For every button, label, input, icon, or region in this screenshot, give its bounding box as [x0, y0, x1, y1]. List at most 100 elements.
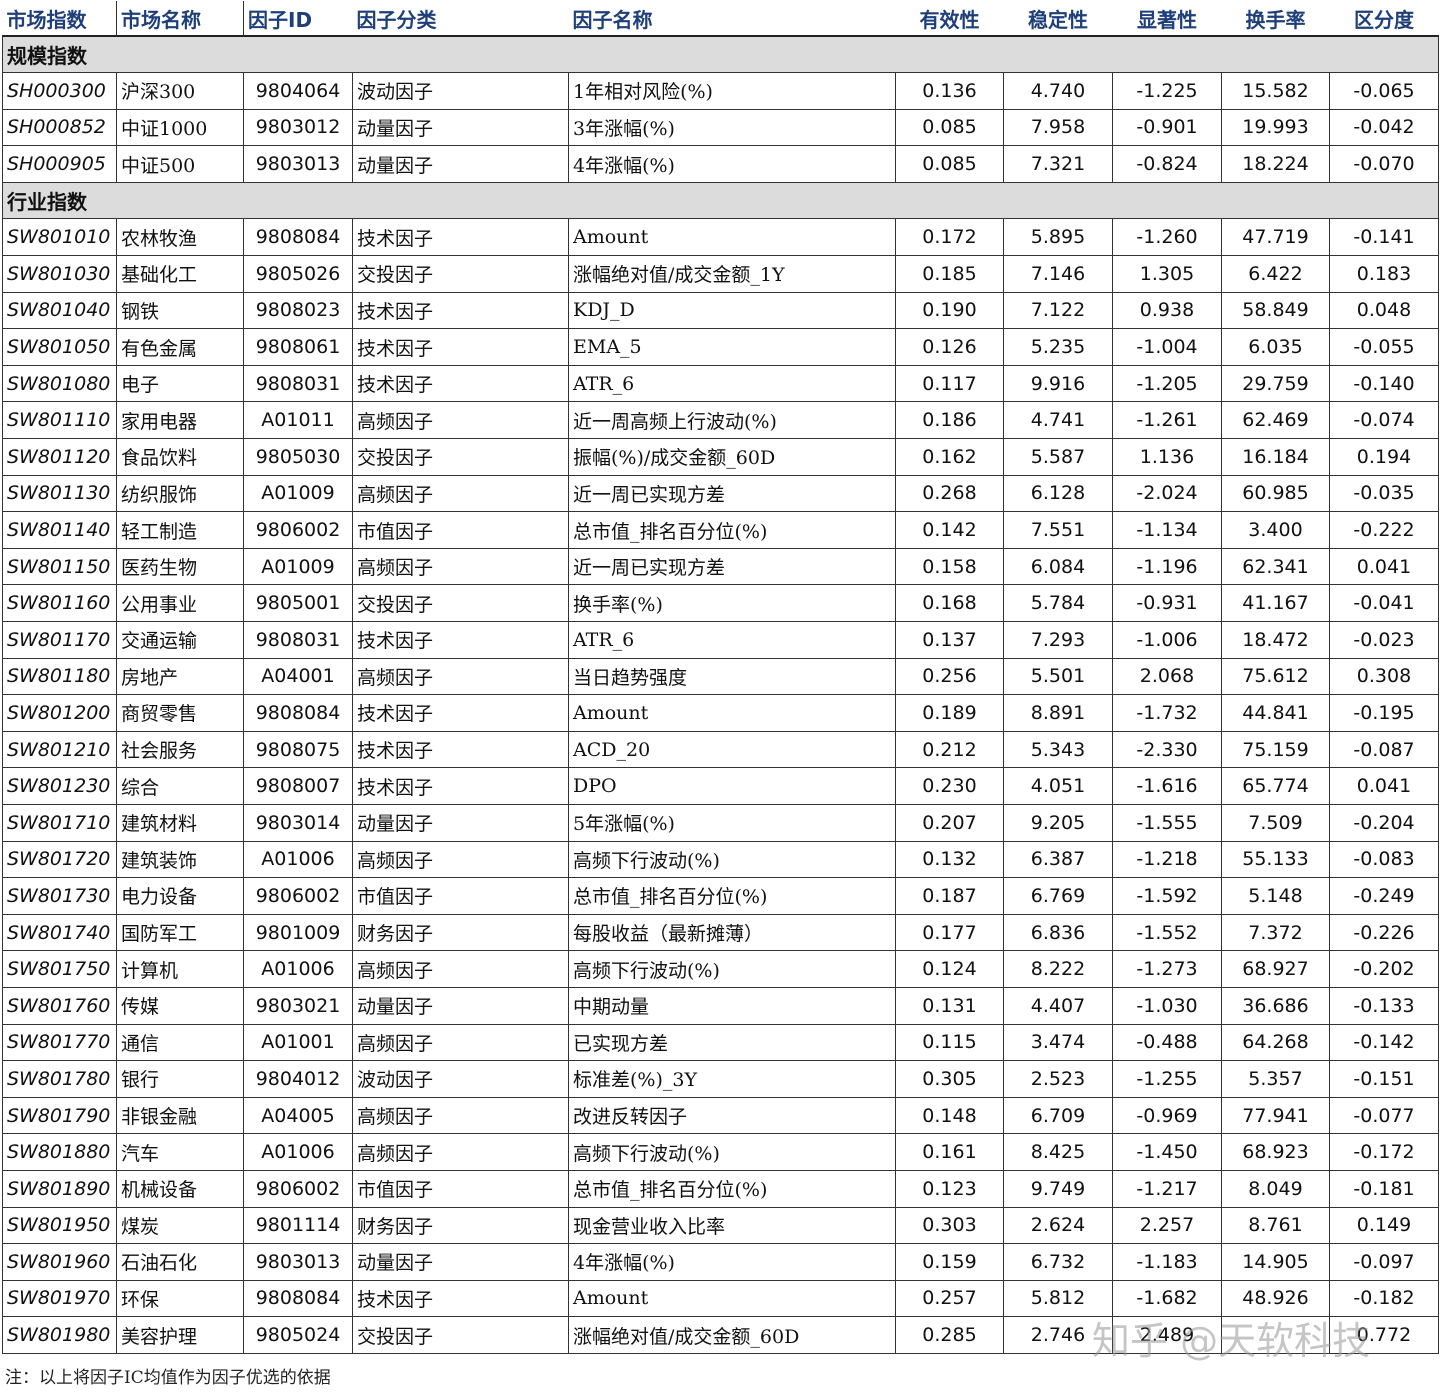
- table-row: SW801720 建筑装饰 A01006 高频因子 高频下行波动(%) 0.132 6.38…: [2, 840, 1439, 879]
- factor-id-cell: 9801114: [243, 1206, 353, 1245]
- market-name-cell: 通信: [116, 1023, 244, 1062]
- factor-category-cell: 市值因子: [352, 1169, 569, 1208]
- market-name-cell: 电子: [116, 364, 244, 403]
- turnover-cell: 5.357: [1221, 1060, 1330, 1098]
- turnover-cell: 19.993: [1221, 108, 1330, 147]
- significance-cell: 0.938: [1112, 291, 1222, 330]
- stability-cell: 5.812: [1003, 1279, 1113, 1318]
- factor-category-cell: 动量因子: [352, 986, 569, 1025]
- turnover-cell: 29.759: [1221, 364, 1330, 403]
- factor-id-cell: 9808023: [243, 291, 353, 330]
- turnover-cell: 55.133: [1221, 840, 1330, 879]
- market-index-cell: SW801200: [2, 694, 117, 732]
- table-row: SW801150 医药生物 A01009 高频因子 近一周已实现方差 0.158 6.084…: [2, 547, 1439, 586]
- table-row: SW801970 环保 9808084 技术因子 Amount 0.257 5.812 -1.…: [2, 1279, 1439, 1318]
- market-index-cell: SH000905: [2, 145, 117, 183]
- market-index-cell: SW801230: [2, 767, 117, 805]
- turnover-cell: 62.341: [1221, 547, 1330, 586]
- market-index-cell: SW801010: [2, 218, 117, 257]
- discrimination-cell: -0.042: [1329, 108, 1439, 147]
- table-row: SW801140 轻工制造 9806002 市值因子 总市值_排名百分位(%) 0.142…: [2, 511, 1439, 549]
- factor-category-cell: 技术因子: [352, 621, 569, 659]
- stability-cell: 5.784: [1003, 584, 1113, 622]
- market-index-cell: SW801720: [2, 840, 117, 879]
- factor-category-cell: 动量因子: [352, 145, 569, 183]
- market-index-cell: SW801980: [2, 1316, 117, 1354]
- effectiveness-cell: 0.161: [895, 1133, 1004, 1171]
- factor-name-cell: 总市值_排名百分位(%): [568, 511, 896, 549]
- significance-cell: -1.450: [1112, 1133, 1222, 1171]
- factor-name-cell: 总市值_排名百分位(%): [568, 1169, 896, 1208]
- factor-id-cell: 9806002: [243, 877, 353, 915]
- turnover-cell: 36.686: [1221, 986, 1330, 1025]
- market-index-cell: SW801950: [2, 1206, 117, 1245]
- table-row: SW801010 农林牧渔 9808084 技术因子 Amount 0.172 5.895-…: [2, 218, 1439, 257]
- factor-category-cell: 高频因子: [352, 657, 569, 696]
- turnover-cell: 48.926: [1221, 1279, 1330, 1318]
- effectiveness-cell: 0.305: [895, 1060, 1004, 1098]
- factor-id-cell: 9804012: [243, 1060, 353, 1098]
- factor-name-cell: 3年涨幅(%): [568, 108, 896, 147]
- section-header-row: 规模指数: [2, 36, 1439, 74]
- stability-cell: 2.624: [1003, 1206, 1113, 1245]
- header-effectiveness: 有效性: [895, 1, 1004, 37]
- market-index-cell: SH000300: [2, 72, 117, 110]
- discrimination-cell: -0.226: [1329, 913, 1439, 952]
- effectiveness-cell: 0.187: [895, 877, 1004, 915]
- market-name-cell: 综合: [116, 767, 244, 805]
- discrimination-cell: -0.097: [1329, 1243, 1439, 1281]
- discrimination-cell: -0.083: [1329, 840, 1439, 879]
- factor-category-cell: 高频因子: [352, 840, 569, 879]
- market-name-cell: 交通运输: [116, 621, 244, 659]
- discrimination-cell: -0.035: [1329, 474, 1439, 513]
- market-name-cell: 石油石化: [116, 1243, 244, 1281]
- turnover-cell: 68.923: [1221, 1133, 1330, 1171]
- factor-table: 市场指数 市场名称 因子ID 因子分类 因子名称 有效性 稳定性 显著性 换手率…: [2, 1, 1439, 1354]
- factor-category-cell: 技术因子: [352, 328, 569, 366]
- turnover-cell: 8.761: [1221, 1206, 1330, 1245]
- factor-name-cell: 涨幅绝对值/成交金额_60D: [568, 1316, 896, 1354]
- factor-category-cell: 波动因子: [352, 72, 569, 110]
- table-row: SW801230 综合 9808007 技术因子 DPO 0.230 4.051 -1.616…: [2, 767, 1439, 805]
- table-row: SW801080 电子 9808031 技术因子 ATR_6 0.117 9.916 -1.2…: [2, 364, 1439, 403]
- table-row: SW801980 美容护理 9805024 交投因子 涨幅绝对值/成交金额_60D 0.2…: [2, 1316, 1439, 1354]
- effectiveness-cell: 0.285: [895, 1316, 1004, 1354]
- factor-name-cell: DPO: [568, 767, 896, 805]
- factor-id-cell: 9808031: [243, 621, 353, 659]
- significance-cell: -1.217: [1112, 1169, 1222, 1208]
- factor-category-cell: 财务因子: [352, 913, 569, 952]
- table-row: SW801730 电力设备 9806002 市值因子 总市值_排名百分位(%) 0.187…: [2, 877, 1439, 915]
- market-index-cell: SW801880: [2, 1133, 117, 1171]
- stability-cell: 4.051: [1003, 767, 1113, 805]
- effectiveness-cell: 0.159: [895, 1243, 1004, 1281]
- discrimination-cell: -0.172: [1329, 1133, 1439, 1171]
- market-index-cell: SW801210: [2, 730, 117, 769]
- effectiveness-cell: 0.172: [895, 218, 1004, 257]
- factor-id-cell: A01009: [243, 547, 353, 586]
- factor-name-cell: 5年涨幅(%): [568, 803, 896, 842]
- market-name-cell: 农林牧渔: [116, 218, 244, 257]
- stability-cell: 6.769: [1003, 877, 1113, 915]
- effectiveness-cell: 0.230: [895, 767, 1004, 805]
- significance-cell: -1.225: [1112, 72, 1222, 110]
- market-name-cell: 环保: [116, 1279, 244, 1318]
- turnover-cell: 18.224: [1221, 145, 1330, 183]
- effectiveness-cell: 0.268: [895, 474, 1004, 513]
- factor-id-cell: 9803021: [243, 986, 353, 1025]
- table-row: SW801040 钢铁 9808023 技术因子 KDJ_D 0.190 7.122 0.93…: [2, 291, 1439, 330]
- effectiveness-cell: 0.177: [895, 913, 1004, 952]
- market-index-cell: SW801110: [2, 401, 117, 440]
- stability-cell: 7.551: [1003, 511, 1113, 549]
- market-index-cell: SW801960: [2, 1243, 117, 1281]
- factor-category-cell: 市值因子: [352, 877, 569, 915]
- factor-id-cell: 9808031: [243, 364, 353, 403]
- effectiveness-cell: 0.303: [895, 1206, 1004, 1245]
- significance-cell: -1.006: [1112, 621, 1222, 659]
- stability-cell: 9.749: [1003, 1169, 1113, 1208]
- market-name-cell: 机械设备: [116, 1169, 244, 1208]
- factor-name-cell: EMA_5: [568, 328, 896, 366]
- factor-category-cell: 波动因子: [352, 1060, 569, 1098]
- effectiveness-cell: 0.085: [895, 145, 1004, 183]
- stability-cell: 4.741: [1003, 401, 1113, 440]
- factor-name-cell: Amount: [568, 218, 896, 257]
